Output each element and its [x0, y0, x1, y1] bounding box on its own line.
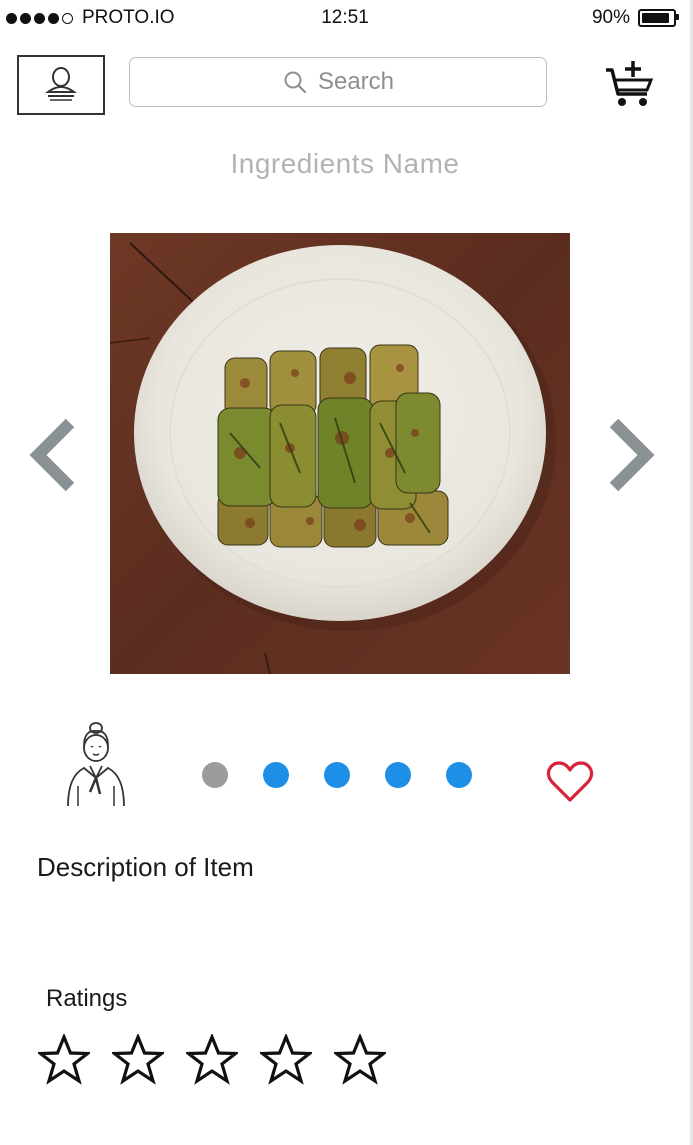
item-description: Description of Item — [37, 852, 254, 882]
battery-percent: 90% — [591, 7, 630, 28]
battery: 90% — [591, 7, 679, 29]
ratings-label: Ratings — [46, 985, 128, 1012]
star-icon[interactable] — [260, 1034, 312, 1086]
user-badge-icon — [45, 67, 77, 101]
status-bar: PROTO.IO 12:51 90% — [0, 0, 690, 34]
chevron-right-icon — [609, 418, 655, 492]
search-icon — [284, 71, 307, 94]
carousel-dot[interactable] — [202, 762, 228, 788]
add-to-cart-button[interactable] — [600, 57, 660, 111]
chef-icon — [60, 718, 134, 810]
status-time: 12:51 — [321, 7, 369, 28]
heart-icon — [546, 761, 594, 802]
carousel-dot[interactable] — [324, 762, 350, 788]
battery-icon — [638, 9, 679, 27]
profile-button[interactable] — [17, 55, 105, 115]
food-photo — [110, 233, 570, 674]
favorite-button[interactable] — [545, 760, 595, 804]
search-field[interactable]: Search — [129, 57, 547, 107]
carousel-dot[interactable] — [263, 762, 289, 788]
product-title: Ingredients Name — [230, 148, 460, 179]
star-icon[interactable] — [112, 1034, 164, 1086]
cart-add-icon — [606, 61, 654, 106]
chevron-left-icon — [29, 418, 75, 492]
next-button[interactable] — [600, 410, 660, 500]
carousel-dot[interactable] — [446, 762, 472, 788]
rating-stars — [38, 1034, 386, 1086]
star-icon[interactable] — [334, 1034, 386, 1086]
star-icon[interactable] — [186, 1034, 238, 1086]
search-placeholder: Search — [317, 68, 395, 95]
battery-fill — [642, 13, 669, 23]
star-icon[interactable] — [38, 1034, 90, 1086]
previous-button[interactable] — [22, 410, 82, 500]
product-image[interactable] — [110, 233, 570, 674]
carousel-dot[interactable] — [385, 762, 411, 788]
battery-nub — [676, 14, 679, 20]
carousel-indicators — [202, 762, 472, 788]
